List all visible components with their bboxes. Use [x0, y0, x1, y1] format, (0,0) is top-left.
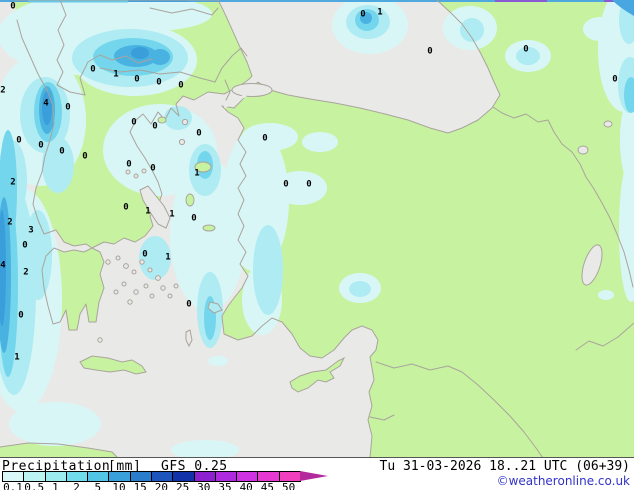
colorbar-segment-30	[194, 472, 216, 481]
colorbar-tick: 15	[133, 481, 147, 490]
forecast-datetime: Tu 31-03-2026 18..21 UTC (06+39)	[379, 459, 630, 474]
precip-value-label: 4	[43, 99, 49, 109]
precip-value-label: 0	[59, 147, 64, 157]
sea-of-marmara	[231, 83, 273, 97]
precip-value-label: 4	[0, 261, 6, 271]
colorbar-segment-5	[88, 472, 110, 481]
colorbar-segment-0.1	[3, 472, 25, 481]
precip-value-label: 2	[7, 218, 12, 228]
precip-value-label: 0	[196, 129, 201, 139]
colorbar-segment-35	[215, 472, 238, 481]
colorbar-segment-45	[258, 472, 280, 481]
precip-value-label: 0	[16, 136, 21, 146]
precipitation-map: 0010000100024000000000001200011023001420…	[0, 0, 634, 458]
precip-value-label: 0	[156, 78, 161, 88]
precip-value-label: 0	[82, 152, 87, 162]
precip-value-label: 1	[194, 169, 199, 179]
precip-value-label: 0	[134, 75, 139, 85]
colorbar-segment-50	[279, 472, 300, 481]
precip-value-label: 1	[113, 70, 118, 80]
precip-value-label: 0	[283, 180, 288, 190]
precip-value-label: 1	[165, 253, 170, 263]
samos-island	[202, 224, 216, 232]
precip-value-label: 0	[18, 311, 23, 321]
colorbar-segment-25	[173, 472, 195, 481]
precip-value-label: 0	[612, 75, 617, 85]
colorbar-tick: 45	[260, 481, 275, 490]
precip-value-label: 0	[152, 122, 157, 132]
precip-value-label: 0	[22, 241, 27, 251]
copyright-link[interactable]: ©weatheronline.co.uk	[497, 474, 630, 488]
colorbar-tick: 10	[112, 481, 126, 490]
precip-value-label: 0	[186, 300, 191, 310]
precip-value-label: 0	[10, 2, 15, 12]
colorbar-segment-15	[130, 472, 152, 481]
precip-value-label: 0	[360, 10, 365, 20]
thasos-island	[157, 116, 167, 124]
colorbar-tick: 1	[52, 481, 59, 490]
precip-value-label: 0	[178, 81, 183, 91]
colorbar-tick: 50	[281, 481, 296, 490]
colorbar-tick: 25	[175, 481, 190, 490]
precip-value-label: 0	[142, 250, 147, 260]
colorbar-tick: 0.1	[3, 481, 23, 490]
colorbar-ticks: 0.1 0.5 1 2 5 10 15 20 25 30 35 40 45 50	[0, 481, 340, 490]
colorbar-segment-10	[109, 472, 131, 481]
precip-value-label: 2	[10, 178, 15, 188]
precip-value-label: 0	[523, 45, 528, 55]
precip-value-label: 1	[169, 210, 174, 220]
precip-value-label: 3	[28, 226, 33, 236]
colorbar-segment-20	[151, 472, 174, 481]
precip-value-label: 0	[131, 118, 136, 128]
precip-value-label: 0	[38, 141, 43, 151]
chios-island	[185, 193, 195, 207]
colorbar-tick: 30	[197, 481, 211, 490]
weather-map-app: 0010000100024000000000001200011023001420…	[0, 0, 634, 490]
precip-value-label: 0	[126, 160, 131, 170]
precip-value-label: 0	[90, 65, 95, 75]
colorbar-segment-40	[237, 472, 259, 481]
colorbar-tick: 2	[73, 481, 80, 490]
colorbar-segment-0.5	[24, 472, 46, 481]
map-canvas: 00 10 000 1 0 0 024 00 00 00 00 00 0 12 0 00 1 1 02300 1420…	[0, 0, 634, 458]
colorbar-tick: 20	[154, 481, 169, 490]
precip-value-label: 2	[23, 268, 28, 278]
precip-value-label: 0	[427, 47, 432, 57]
precip-value-label: 1	[377, 8, 382, 18]
colorbar-tick: 40	[239, 481, 253, 490]
precip-value-label: 0	[123, 203, 128, 213]
precip-value-label: 2	[0, 86, 5, 96]
precip-value-label: 1	[14, 353, 19, 363]
precip-value-label: 0	[306, 180, 311, 190]
precip-value-label: 0	[150, 164, 155, 174]
colorbar-tick: 35	[218, 481, 232, 490]
precip-value-label: 0	[262, 134, 267, 144]
legend-bar: Precipitation [mm] GFS 0.25 0.1 0.5 1 2 5 10 1…	[0, 458, 634, 490]
colorbar-tick: 0.5	[24, 481, 45, 490]
precip-value-label: 1	[145, 207, 150, 217]
colorbar-segment-1	[45, 472, 67, 481]
precip-value-label: 0	[191, 214, 196, 224]
colorbar-arrow	[300, 471, 328, 481]
colorbar-tick: 5	[94, 481, 102, 490]
precip-value-label: 0	[65, 103, 70, 113]
colorbar-segment-2	[66, 472, 89, 481]
